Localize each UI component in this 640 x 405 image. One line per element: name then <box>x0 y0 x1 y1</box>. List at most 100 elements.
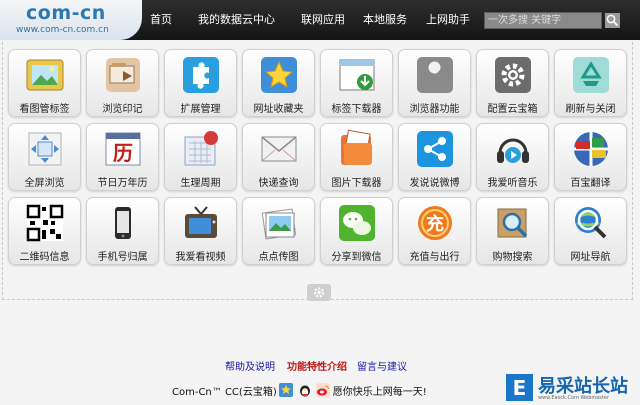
footer-greeting: 愿你快乐上网每一天! <box>332 386 427 398</box>
tile-cycle-tracker[interactable]: 生理周期 <box>164 123 237 191</box>
tile-label: 配置云宝箱 <box>487 104 538 115</box>
tile-translate[interactable]: 百宝翻译 <box>554 123 627 191</box>
tile-express-lookup[interactable]: 快递查询 <box>242 123 315 191</box>
tile-label: 充值与出行 <box>409 252 460 263</box>
tile-image-tag-manager[interactable]: 看图管标签 <box>8 49 81 117</box>
tile-url-favorites[interactable]: 网址收藏夹 <box>242 49 315 117</box>
tile-label: 网址导航 <box>570 252 611 263</box>
image-viewer-icon <box>26 59 64 91</box>
svg-text:历: 历 <box>113 141 133 165</box>
tile-label: 图片下载器 <box>331 178 382 189</box>
tile-music[interactable]: 我爱听音乐 <box>476 123 549 191</box>
tile-label: 扩展管理 <box>180 104 221 115</box>
site-watermark: E 易采站长站 www.Easck.Com Webmaster <box>506 372 640 403</box>
tile-qr-code[interactable]: 二维码信息 <box>8 197 81 265</box>
tile-label: 分享到微信 <box>331 252 382 263</box>
mobile-phone-icon <box>115 207 131 239</box>
tile-extension-manager[interactable]: 扩展管理 <box>164 49 237 117</box>
gear-icon <box>495 57 531 93</box>
flags-globe-icon <box>574 132 608 166</box>
globe-search-icon <box>575 207 607 239</box>
tile-configure-cloud-box[interactable]: 配置云宝箱 <box>476 49 549 117</box>
photo-upload-icon <box>261 208 297 240</box>
link-features[interactable]: 功能特性介绍 <box>287 358 347 373</box>
search-input[interactable]: 一次多搜 关键字 <box>484 12 602 29</box>
tile-label: 手机号归属 <box>97 252 148 263</box>
tile-tab-downloader[interactable]: 标签下载器 <box>320 49 393 117</box>
wrench-icon <box>417 57 453 93</box>
tile-photo-share[interactable]: 点点传图 <box>242 197 315 265</box>
shopping-search-icon <box>497 208 528 238</box>
nav-web-assistant[interactable]: 上网助手 <box>426 0 470 40</box>
nav-online-apps[interactable]: 联网应用 <box>301 0 345 40</box>
tile-label: 我爱看视频 <box>175 252 226 263</box>
nav-local-services[interactable]: 本地服务 <box>363 0 407 40</box>
logo-text: com-cn <box>26 2 106 24</box>
svg-text:充: 充 <box>426 213 444 235</box>
nav-my-cloud-data[interactable]: 我的数据云中心 <box>198 0 275 40</box>
tile-label: 二维码信息 <box>19 252 70 263</box>
tile-label: 我爱听音乐 <box>487 178 538 189</box>
tile-fullscreen[interactable]: 全屏浏览 <box>8 123 81 191</box>
tile-phone-lookup[interactable]: 手机号归属 <box>86 197 159 265</box>
share-icon <box>417 131 453 167</box>
tile-label: 网址收藏夹 <box>253 104 304 115</box>
tile-video[interactable]: 我爱看视频 <box>164 197 237 265</box>
picture-folder-icon <box>341 129 372 165</box>
tile-label: 百宝翻译 <box>570 178 611 189</box>
recharge-icon: 充 <box>418 206 452 240</box>
tile-label: 快递查询 <box>258 178 299 189</box>
tile-shopping-search[interactable]: 购物搜索 <box>476 197 549 265</box>
headphones-music-icon <box>497 138 529 163</box>
footer-brand-text: Com-Cn™ CC(云宝箱) <box>172 386 277 398</box>
top-bar: com-cn www.com-cn.com.cn 首页 我的数据云中心 联网应用… <box>0 0 640 40</box>
tile-label: 购物搜索 <box>492 252 533 263</box>
wechat-icon <box>339 205 375 241</box>
tv-icon <box>185 206 217 238</box>
footer: Com-Cn™ CC(云宝箱) 愿你快乐上网每一天! <box>172 383 427 398</box>
tab-download-icon <box>339 59 375 91</box>
fullscreen-arrows-icon <box>28 132 62 166</box>
tile-holiday-calendar[interactable]: 历 节日万年历 <box>86 123 159 191</box>
main-nav: 首页 我的数据云中心 联网应用 本地服务 上网助手 <box>142 0 470 40</box>
envelope-icon <box>261 136 297 162</box>
e-letter-icon: E <box>513 376 527 400</box>
footer-links: 帮助及说明 功能特性介绍 留言与建议 <box>225 358 407 373</box>
puzzle-extension-icon <box>183 57 219 93</box>
browsing-history-icon <box>106 58 140 92</box>
tile-label: 看图管标签 <box>19 104 70 115</box>
tile-label: 标签下载器 <box>331 104 382 115</box>
star-favorites-icon <box>278 383 293 397</box>
tile-label: 点点传图 <box>258 252 299 263</box>
calendar-li-icon: 历 <box>105 132 141 166</box>
watermark-logo: E <box>506 374 533 401</box>
tile-share-wechat[interactable]: 分享到微信 <box>320 197 393 265</box>
star-favorites-icon <box>261 57 297 93</box>
search-icon[interactable] <box>605 13 620 28</box>
qr-code-icon <box>26 204 64 242</box>
logo-url: www.com-cn.com.cn <box>16 25 109 35</box>
nav-home[interactable]: 首页 <box>150 0 172 40</box>
tile-label: 发说说微博 <box>409 178 460 189</box>
tile-label: 全屏浏览 <box>24 178 65 189</box>
period-calendar-icon <box>184 131 218 166</box>
link-feedback[interactable]: 留言与建议 <box>357 358 407 373</box>
gear-icon <box>313 287 325 298</box>
recycle-refresh-icon <box>573 57 609 93</box>
tile-url-navigation[interactable]: 网址导航 <box>554 197 627 265</box>
weibo-icon <box>315 383 330 397</box>
tile-recharge-travel[interactable]: 充 充值与出行 <box>398 197 471 265</box>
logo[interactable]: com-cn www.com-cn.com.cn <box>0 0 142 40</box>
tile-image-downloader[interactable]: 图片下载器 <box>320 123 393 191</box>
tile-label: 浏览器功能 <box>409 104 460 115</box>
tile-post-weibo[interactable]: 发说说微博 <box>398 123 471 191</box>
svg-text:E: E <box>513 376 527 400</box>
tile-refresh-close[interactable]: 刷新与关闭 <box>554 49 627 117</box>
collapse-panel-button[interactable] <box>307 284 331 301</box>
tile-label: 节日万年历 <box>97 178 148 189</box>
tile-browser-features[interactable]: 浏览器功能 <box>398 49 471 117</box>
qq-penguin-icon <box>299 385 310 397</box>
link-help[interactable]: 帮助及说明 <box>225 358 275 373</box>
tile-browsing-footprint[interactable]: 浏览印记 <box>86 49 159 117</box>
watermark-url: www.Easck.Com Webmaster <box>538 395 610 401</box>
